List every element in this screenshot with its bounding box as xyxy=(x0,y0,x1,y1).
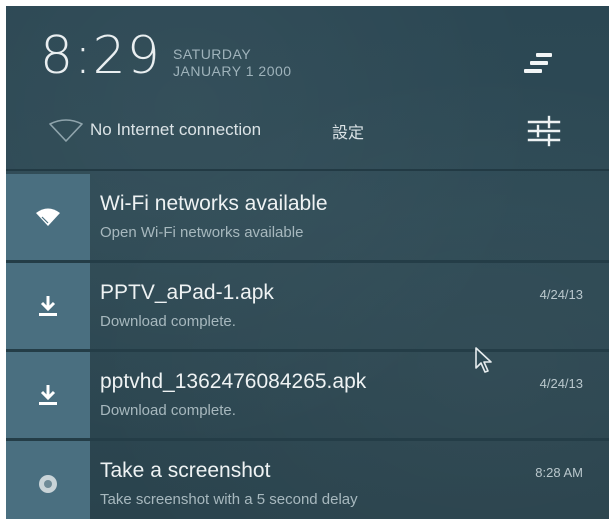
download-icon xyxy=(39,296,57,316)
notification-title: Wi-Fi networks available xyxy=(100,192,328,215)
shade-header: 8:29 SATURDAY JANUARY 1 2000 No Internet… xyxy=(6,6,609,169)
date-block: SATURDAY JANUARY 1 2000 xyxy=(173,46,292,80)
notification-shade: 8:29 SATURDAY JANUARY 1 2000 No Internet… xyxy=(6,6,609,519)
header-divider xyxy=(6,169,609,171)
notification-icon-tile xyxy=(6,352,90,438)
day-label: SATURDAY xyxy=(173,46,252,62)
clock-time: 8:29 xyxy=(40,26,161,86)
notification-screenshot[interactable]: Take a screenshot Take screenshot with a… xyxy=(6,441,609,519)
notification-title: pptvhd_1362476084265.apk xyxy=(100,370,367,393)
mouse-pointer-icon xyxy=(475,347,492,373)
notification-subtitle: Take screenshot with a 5 second delay xyxy=(100,491,358,508)
notification-icon-tile xyxy=(6,263,90,349)
settings-link[interactable]: 設定 xyxy=(332,119,364,143)
notification-subtitle: Download complete. xyxy=(100,313,236,330)
notification-subtitle: Open Wi-Fi networks available xyxy=(100,224,304,241)
date-label: JANUARY 1 2000 xyxy=(173,63,292,79)
notification-time: 4/24/13 xyxy=(539,287,583,302)
screenshot-icon xyxy=(39,475,57,493)
wifi-icon xyxy=(36,208,60,226)
notification-title: PPTV_aPad-1.apk xyxy=(100,281,274,304)
notification-download-pptv[interactable]: PPTV_aPad-1.apk Download complete. 4/24/… xyxy=(6,263,609,351)
notification-icon-tile xyxy=(6,174,90,260)
download-icon xyxy=(39,385,57,405)
notification-subtitle: Download complete. xyxy=(100,402,236,419)
notification-download-pptvhd[interactable]: pptvhd_1362476084265.apk Download comple… xyxy=(6,352,609,440)
notification-icon-tile xyxy=(6,441,90,519)
wifi-disconnected-icon xyxy=(49,119,83,142)
quick-settings-sliders-icon[interactable] xyxy=(527,114,561,148)
network-status-label: No Internet connection xyxy=(90,120,262,139)
clear-all-icon xyxy=(536,53,552,57)
notification-time: 4/24/13 xyxy=(539,376,583,391)
notification-wifi[interactable]: Wi-Fi networks available Open Wi-Fi netw… xyxy=(6,174,609,262)
notification-time: 8:28 AM xyxy=(535,465,583,480)
clear-all-button[interactable] xyxy=(522,49,558,77)
notification-title: Take a screenshot xyxy=(100,459,271,482)
